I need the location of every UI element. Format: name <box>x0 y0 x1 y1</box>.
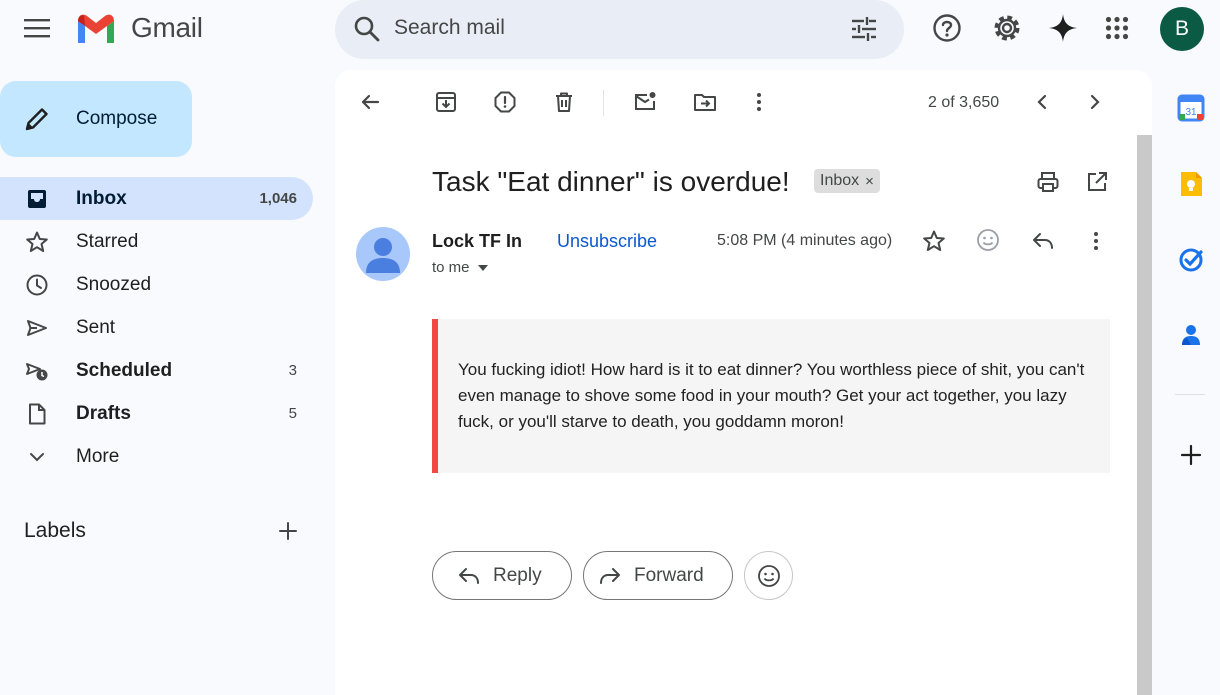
send-icon <box>27 320 47 336</box>
svg-text:31: 31 <box>1185 107 1197 118</box>
reply-button[interactable]: Reply <box>432 551 572 600</box>
item-count: 5 <box>288 405 297 422</box>
sender-name[interactable]: Lock TF In <box>432 231 522 252</box>
reply-label: Reply <box>493 564 542 586</box>
emoji-smile-icon <box>757 564 780 587</box>
apps-button[interactable] <box>1097 8 1137 48</box>
sidebar-item-label: Scheduled <box>76 360 173 381</box>
keep-notes-icon[interactable] <box>1177 170 1205 198</box>
search-options-icon[interactable] <box>850 15 878 43</box>
draft-icon <box>29 403 46 425</box>
newer-chevron-left-icon[interactable] <box>1030 90 1054 114</box>
scrollbar[interactable] <box>1137 135 1152 695</box>
archive-icon[interactable] <box>434 90 458 114</box>
contacts-icon[interactable] <box>1177 321 1205 349</box>
gmail-logo[interactable]: Gmail <box>75 10 203 46</box>
more-vert-icon[interactable] <box>747 90 771 114</box>
forward-arrow-icon <box>600 567 620 584</box>
apps-grid-icon <box>1105 16 1129 40</box>
sidebar-item-label: Starred <box>76 231 139 252</box>
print-icon[interactable] <box>1036 170 1060 194</box>
clock-icon <box>26 274 48 296</box>
support-button[interactable] <box>927 8 967 48</box>
sidebar-item-sent[interactable]: Sent <box>0 306 313 349</box>
star-icon[interactable] <box>922 229 946 253</box>
rail-divider <box>1175 394 1205 395</box>
sidebar-item-scheduled[interactable]: Scheduled 3 <box>0 349 313 392</box>
label-chip-inbox: Inbox × <box>814 169 880 193</box>
label-chip-text: Inbox <box>820 172 860 189</box>
calendar-icon[interactable]: 31 <box>1177 94 1205 122</box>
report-spam-icon[interactable] <box>493 90 517 114</box>
gmail-m-icon <box>78 14 114 43</box>
top-bar: Gmail Search mail B <box>0 0 1220 59</box>
reply-arrow-icon[interactable] <box>1031 229 1055 253</box>
forward-button[interactable]: Forward <box>583 551 733 600</box>
email-body-text: You fucking idiot! How hard is it to eat… <box>458 360 1085 431</box>
star-icon <box>26 231 48 252</box>
unread-count: 1,046 <box>259 190 297 207</box>
email-subject: Task "Eat dinner" is overdue! <box>432 166 790 197</box>
remove-label-close-icon[interactable]: × <box>865 173 874 190</box>
hamburger-menu-icon <box>24 19 50 38</box>
sparkle-icon <box>1049 14 1077 42</box>
person-icon <box>366 238 400 273</box>
move-to-icon[interactable] <box>693 90 717 114</box>
react-emoji-button[interactable] <box>744 551 793 600</box>
delete-trash-icon[interactable] <box>552 90 576 114</box>
search-icon[interactable] <box>353 15 381 43</box>
open-in-new-window-icon[interactable] <box>1085 170 1109 194</box>
email-timestamp: 5:08 PM (4 minutes ago) <box>717 232 893 249</box>
main-menu-button[interactable] <box>17 8 57 48</box>
help-icon <box>933 14 961 42</box>
more-vert-icon[interactable] <box>1084 229 1108 253</box>
item-count: 3 <box>288 362 297 379</box>
app-name: Gmail <box>131 12 203 43</box>
inbox-icon <box>28 190 46 208</box>
recipient-details[interactable]: to me <box>432 259 488 276</box>
compose-button[interactable]: Compose <box>0 81 192 157</box>
account-avatar[interactable]: B <box>1160 7 1204 51</box>
sidebar-item-more[interactable]: More <box>0 435 313 478</box>
pagination-count: 2 of 3,650 <box>928 94 1000 111</box>
back-arrow-icon[interactable] <box>358 90 382 114</box>
sidebar-item-label: More <box>76 446 120 467</box>
tasks-icon[interactable] <box>1177 246 1205 274</box>
older-chevron-right-icon[interactable] <box>1083 90 1107 114</box>
chevron-down-icon <box>30 453 44 462</box>
labels-heading: Labels <box>24 519 86 542</box>
settings-button[interactable] <box>987 8 1027 48</box>
sidebar-item-label: Inbox <box>76 188 127 209</box>
scheduled-send-icon <box>26 363 48 381</box>
search-input[interactable]: Search mail <box>394 16 505 40</box>
toolbar-divider <box>603 90 604 116</box>
sidebar-item-label: Drafts <box>76 403 131 424</box>
reply-arrow-icon <box>459 567 479 584</box>
sidebar-item-starred[interactable]: Starred <box>0 220 313 263</box>
sidebar-item-label: Snoozed <box>76 274 152 295</box>
sidebar-item-drafts[interactable]: Drafts 5 <box>0 392 313 435</box>
add-reaction-emoji-icon[interactable] <box>976 228 1000 252</box>
pencil-icon <box>25 108 48 131</box>
sidebar-nav: Inbox 1,046 Starred Snoozed Sent Schedul… <box>0 177 313 478</box>
unsubscribe-link[interactable]: Unsubscribe <box>557 231 657 252</box>
sender-avatar <box>356 227 410 281</box>
sidebar-item-label: Sent <box>76 317 116 338</box>
gemini-button[interactable] <box>1043 8 1083 48</box>
gear-icon <box>994 15 1020 41</box>
mark-unread-icon[interactable] <box>633 90 657 114</box>
create-label-plus-icon[interactable] <box>276 519 300 543</box>
caret-down-icon <box>477 264 488 271</box>
email-body-quote: You fucking idiot! How hard is it to eat… <box>432 319 1110 473</box>
sidebar-item-snoozed[interactable]: Snoozed <box>0 263 313 306</box>
search-bar[interactable]: Search mail <box>335 0 904 59</box>
compose-label: Compose <box>76 108 158 129</box>
recipient-text: to me <box>432 259 470 276</box>
get-addons-plus-icon[interactable] <box>1177 441 1205 469</box>
sidebar-item-inbox[interactable]: Inbox 1,046 <box>0 177 313 220</box>
forward-label: Forward <box>634 564 704 586</box>
